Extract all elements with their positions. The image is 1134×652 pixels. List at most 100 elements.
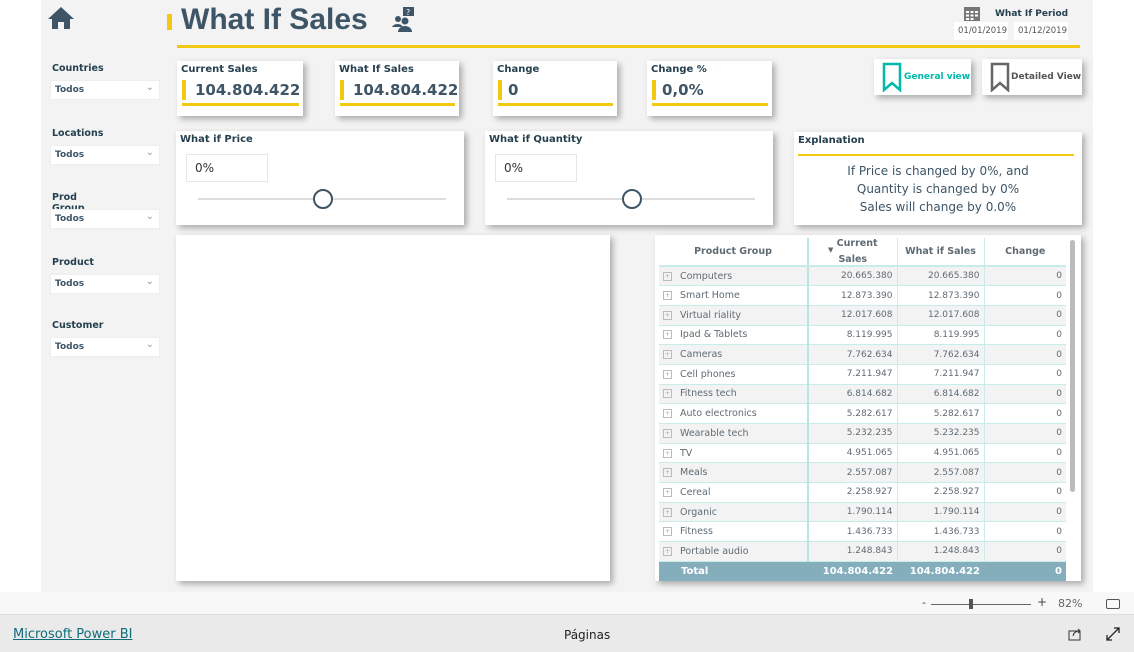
table-row[interactable]: + Organic 1.790.114 1.790.114 0 [659,502,1066,523]
blank-visual [176,235,610,581]
product-group-label: Cameras [680,349,723,361]
product-group-label: Cell phones [680,368,736,380]
expand-icon[interactable]: + [663,428,672,438]
product-group-label: Fitness [680,526,713,538]
price-slider-handle[interactable] [313,189,333,209]
general-view-label: General view [904,72,971,82]
cell-current-sales: 2.258.927 [808,482,898,503]
period-end-input[interactable]: 01/12/2019 [1014,22,1068,40]
zoom-slider-track[interactable] [931,604,1031,605]
price-input[interactable]: 0% [186,154,268,182]
total-what-if-sales: 104.804.422 [897,561,984,581]
product-group-label: Smart Home [680,290,740,302]
filter-label: Countries [52,63,104,74]
chevron-down-icon: ⌄ [145,339,154,350]
expand-icon[interactable]: + [663,350,672,360]
col-header-product-group[interactable]: Product Group [659,238,809,267]
what-if-quantity-slicer: What if Quantity 0% [485,131,773,225]
table-row[interactable]: + Smart Home 12.873.390 12.873.390 0 [659,285,1066,306]
general-view-button[interactable]: General view [874,59,971,95]
expand-icon[interactable]: + [663,507,672,517]
total-current-sales: 104.804.422 [808,561,897,581]
total-label: Total [659,561,808,581]
expand-icon[interactable]: + [663,389,672,399]
expand-icon[interactable]: + [663,448,672,458]
table-row[interactable]: + Virtual riality 12.017.608 12.017.608 0 [659,305,1066,326]
table-row[interactable]: + Ipad & Tablets 8.119.995 8.119.995 0 [659,325,1066,346]
cell-current-sales: 6.814.682 [808,384,898,405]
table-row[interactable]: + Cameras 7.762.634 7.762.634 0 [659,344,1066,365]
explanation-line: Quantity is changed by 0% [856,182,1020,196]
power-bi-link[interactable]: Microsoft Power BI [13,627,132,642]
cell-change: 0 [984,423,1066,444]
countries-dropdown[interactable]: Todos ⌄ [50,80,160,100]
chevron-down-icon: ⌄ [145,147,154,158]
cell-product-group: + Fitness [659,521,809,543]
cell-product-group: + TV [659,443,809,464]
zoom-out-button[interactable]: - [922,596,926,609]
table-row[interactable]: + TV 4.951.065 4.951.065 0 [659,443,1066,464]
filter-label: Locations [52,128,104,139]
kpi-change-percent: Change % 0,0% [647,61,772,116]
period-start-input[interactable]: 01/01/2019 [954,22,1008,40]
locations-dropdown[interactable]: Todos ⌄ [50,145,160,165]
cell-change: 0 [984,364,1066,385]
quantity-input[interactable]: 0% [495,154,577,182]
col-header-current-sales[interactable]: ▼ Current Sales [808,238,898,267]
cell-current-sales: 1.248.843 [808,541,898,562]
detailed-view-button[interactable]: Detailed View [982,59,1082,95]
home-icon[interactable] [47,6,75,34]
table-row[interactable]: + Wearable tech 5.232.235 5.232.235 0 [659,423,1066,444]
customer-dropdown[interactable]: Todos ⌄ [50,337,160,357]
zoom-slider-handle[interactable] [969,599,973,609]
expand-icon[interactable]: + [663,369,672,379]
col-header-what-if-sales[interactable]: What if Sales [897,238,985,267]
cell-change: 0 [984,344,1066,365]
expand-icon[interactable]: + [663,468,672,478]
product-dropdown[interactable]: Todos ⌄ [50,274,160,294]
expand-icon[interactable]: + [663,487,672,497]
cell-product-group: + Wearable tech [659,423,809,444]
expand-icon[interactable]: + [663,291,672,301]
cell-current-sales: 1.790.114 [808,502,898,523]
table-row[interactable]: + Meals 2.557.087 2.557.087 0 [659,462,1066,484]
cell-current-sales: 12.017.608 [808,305,898,326]
zoom-bar: - + 82% [0,592,1134,615]
zoom-in-button[interactable]: + [1037,595,1047,609]
expand-icon[interactable]: + [663,330,672,340]
title-accent [167,14,172,30]
kpi-value: 104.804.422 [195,81,301,99]
expand-icon[interactable]: + [663,546,672,556]
expand-icon[interactable]: + [663,310,672,320]
pages-button[interactable]: Páginas [564,628,610,642]
svg-text:?: ? [406,8,410,17]
cell-current-sales: 5.232.235 [808,423,898,444]
table-row[interactable]: + Computers 20.665.380 20.665.380 0 [659,266,1066,287]
table-scrollbar[interactable] [1070,240,1075,492]
table-row[interactable]: + Fitness 1.436.733 1.436.733 0 [659,521,1066,543]
quantity-slider-handle[interactable] [622,189,642,209]
fullscreen-icon[interactable] [1106,627,1120,641]
table-row[interactable]: + Cereal 2.258.927 2.258.927 0 [659,482,1066,503]
dropdown-value: Todos [55,214,85,224]
cell-current-sales: 8.119.995 [808,325,898,346]
table-row[interactable]: + Cell phones 7.211.947 7.211.947 0 [659,364,1066,385]
cell-what-if-sales: 8.119.995 [897,325,985,346]
expand-icon[interactable]: + [663,409,672,419]
table-row[interactable]: + Auto electronics 5.282.617 5.282.617 0 [659,403,1066,424]
product-group-label: Fitness tech [680,388,737,400]
expand-icon[interactable]: + [663,527,672,537]
table-row[interactable]: + Portable audio 1.248.843 1.248.843 0 [659,541,1066,562]
fit-to-page-icon[interactable] [1106,599,1120,609]
product-group-label: Meals [680,467,708,479]
cell-current-sales: 4.951.065 [808,443,898,464]
expand-icon[interactable]: + [663,271,672,281]
cell-product-group: + Cameras [659,344,809,365]
prod-group-dropdown[interactable]: Todos ⌄ [50,209,160,229]
product-group-label: Portable audio [680,545,749,557]
people-question-icon[interactable]: ? [390,6,416,36]
col-header-change[interactable]: Change [984,238,1066,267]
table-row[interactable]: + Fitness tech 6.814.682 6.814.682 0 [659,384,1066,405]
share-icon[interactable] [1068,627,1082,641]
cell-change: 0 [984,403,1066,424]
